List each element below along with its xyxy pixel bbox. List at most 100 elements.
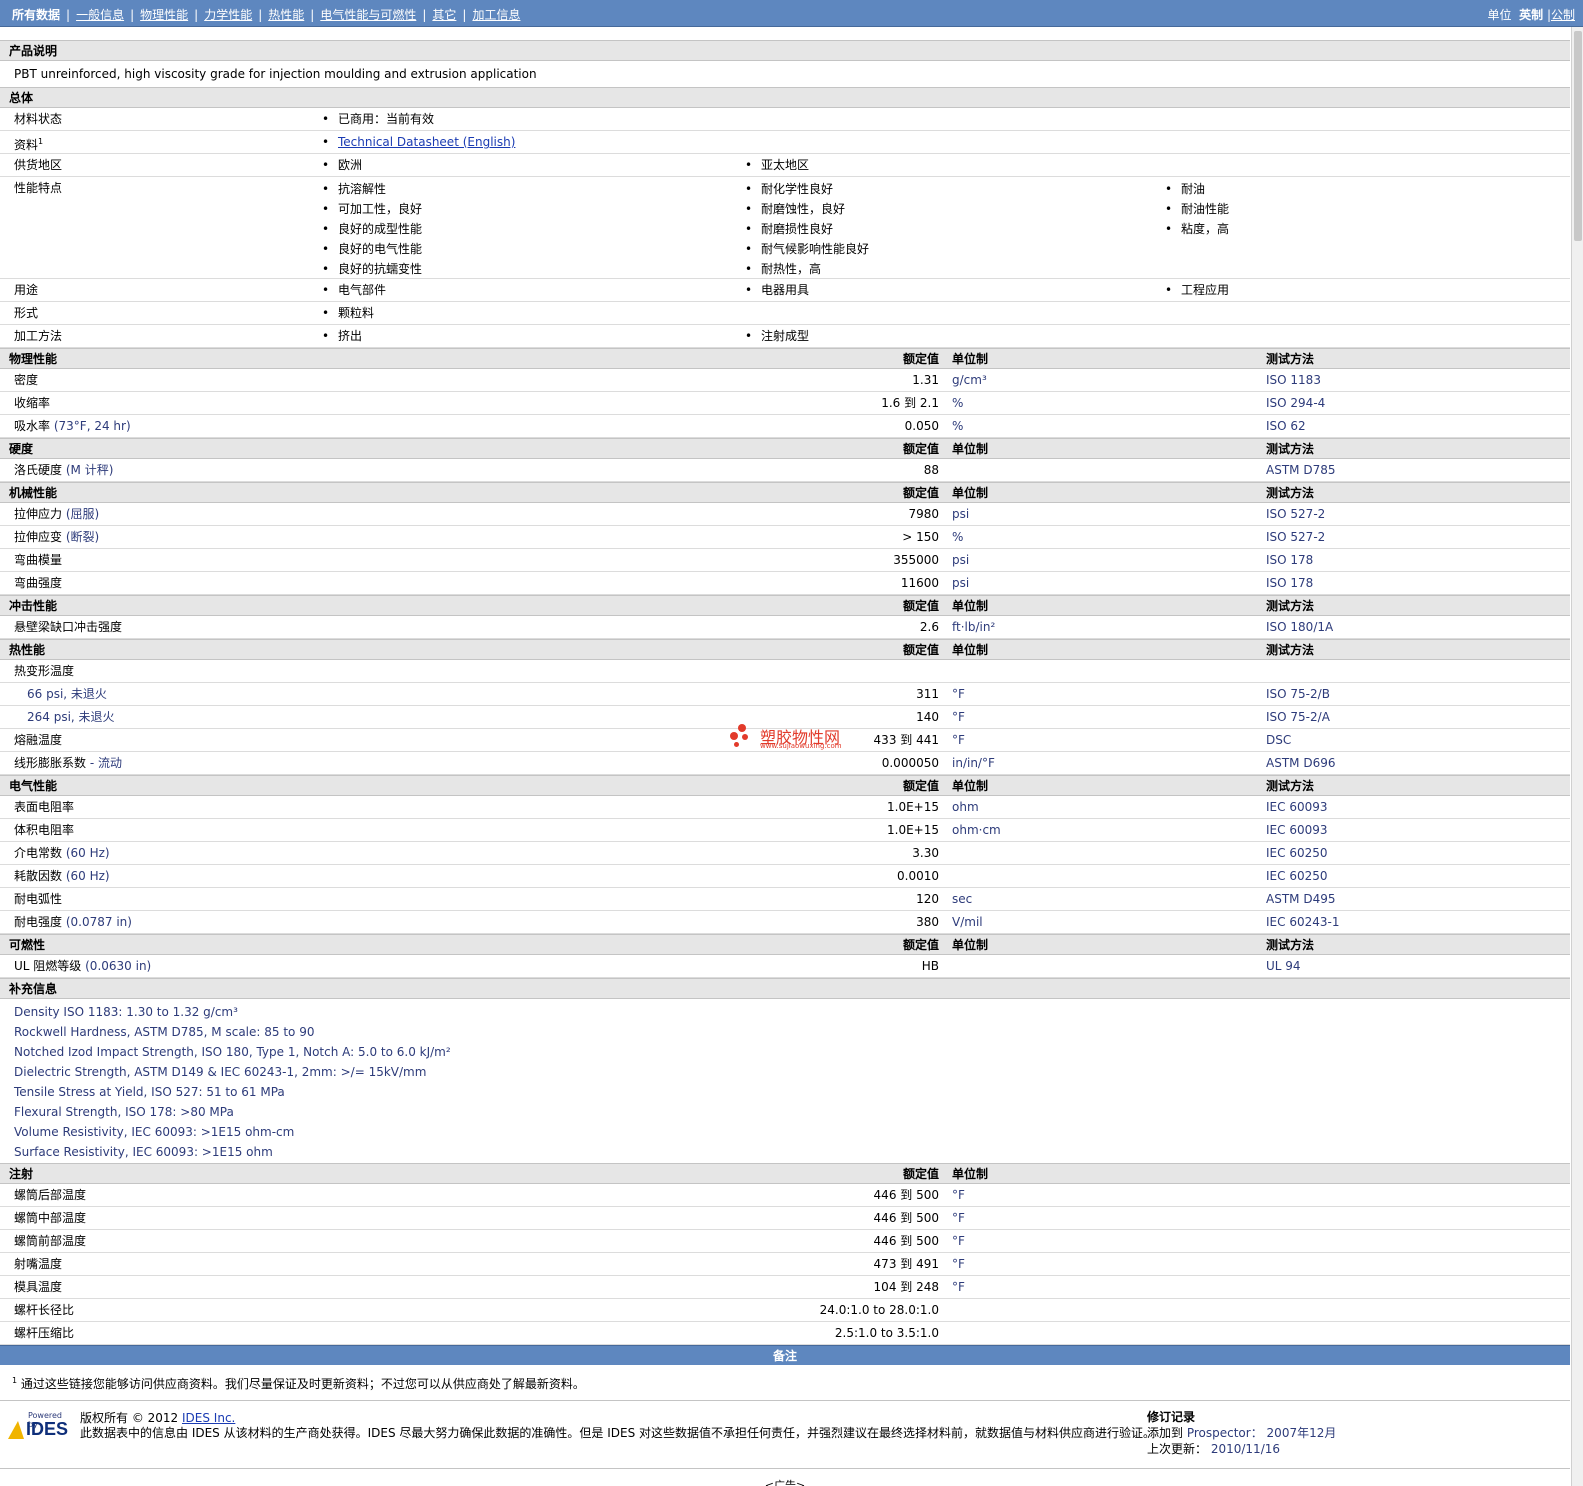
unit-value: °F (952, 710, 965, 724)
technical-datasheet-link[interactable]: Technical Datasheet (English) (338, 135, 515, 149)
property-condition: (60 Hz) (65, 846, 110, 860)
nominal-value: 140 (916, 710, 939, 724)
property-condition: - 流动 (89, 756, 122, 770)
property-name: 密度 (14, 373, 39, 387)
property-condition: (M 计秤) (65, 463, 114, 477)
supplemental-item: Tensile Stress at Yield, ISO 527: 51 to … (14, 1085, 285, 1099)
unit-value: °F (952, 1234, 965, 1248)
nominal-value: 1.0E+15 (887, 823, 939, 837)
scrollbar[interactable] (1571, 27, 1583, 1486)
nominal-value: 311 (916, 687, 939, 701)
tab-processing[interactable]: 加工信息 (466, 8, 526, 22)
property-label: 模具温度 (14, 1277, 62, 1297)
nominal-value: 355000 (893, 553, 939, 567)
ides-inc-link[interactable]: IDES Inc. (182, 1411, 235, 1425)
units-label: 单位 (1487, 8, 1512, 22)
table-row: 线形膨胀系数 - 流动 0.000050 in/in/°F ASTM D696 (0, 752, 1570, 775)
test-method: ISO 62 (1266, 419, 1306, 433)
ad-placeholder[interactable]: <广告> (0, 1469, 1570, 1486)
property-name: 螺筒前部温度 (14, 1234, 87, 1248)
table-row: 66 psi, 未退火 311 °F ISO 75-2/B (0, 683, 1570, 706)
section-header-injection: 注射 额定值 单位制 (0, 1163, 1570, 1184)
property-name: 螺杆压缩比 (14, 1326, 75, 1340)
property-name: 体积电阻率 (14, 823, 75, 837)
property-name: UL 阻燃等级 (14, 959, 82, 973)
table-row: 拉伸应力 (屈服) 7980 psi ISO 527-2 (0, 503, 1570, 526)
property-name: 悬壁梁缺口冲击强度 (14, 620, 123, 634)
unit-value: % (952, 419, 964, 433)
row-regions: 供货地区 欧洲 亚太地区 (0, 154, 1570, 177)
ides-logo-icon (8, 1421, 24, 1439)
row-processing-method: 加工方法 挤出 注射成型 (0, 325, 1570, 348)
hardness-rows: 洛氏硬度 (M 计秤) 88 ASTM D785 (0, 459, 1570, 482)
datasheet-content: 产品说明 PBT unreinforced, high viscosity gr… (0, 40, 1570, 1486)
test-method: ISO 180/1A (1266, 620, 1334, 634)
nominal-value: 11600 (900, 576, 939, 590)
nominal-value: 104 到 248 (873, 1280, 939, 1294)
property-name: 螺杆长径比 (14, 1303, 75, 1317)
physical-rows: 密度 1.31 g/cm³ ISO 1183 收缩率 1.6 到 2.1% ISO 294-… (0, 369, 1570, 438)
nominal-value: HB (921, 959, 939, 973)
unit-metric-link[interactable]: 公制 (1551, 8, 1575, 22)
row-features: 性能特点 抗溶解性可加工性，良好良好的成型性能良好的电气性能良好的抗蠕变性 耐化… (0, 177, 1570, 279)
property-condition: (60 Hz) (65, 869, 110, 883)
tab-electrical[interactable]: 电气性能与可燃性 (314, 8, 422, 22)
supplemental-item: Rockwell Hardness, ASTM D785, M scale: 8… (14, 1025, 315, 1039)
property-label: 耐电弧性 (14, 889, 62, 909)
tab-general[interactable]: 一般信息 (70, 8, 130, 22)
property-label: 264 psi, 未退火 (27, 710, 115, 724)
property-name: 螺筒后部温度 (14, 1188, 87, 1202)
property-condition: (0.0630 in) (85, 959, 152, 973)
table-row: 耐电弧性 120 sec ASTM D495 (0, 888, 1570, 911)
tab-all-data[interactable]: 所有数据 (6, 8, 66, 22)
supplemental-item: Density ISO 1183: 1.30 to 1.32 g/cm³ (14, 1005, 238, 1019)
nominal-value: 473 到 491 (873, 1257, 939, 1271)
nominal-value: 2.5:1.0 to 3.5:1.0 (834, 1326, 939, 1340)
property-name: 线形膨胀系数 (14, 756, 87, 770)
disclaimer-text: 此数据表中的信息由 IDES 从该材料的生产商处获得。IDES 尽最大努力确保此… (80, 1426, 1156, 1440)
tab-thermal[interactable]: 热性能 (262, 8, 310, 22)
scrollbar-thumb[interactable] (1574, 31, 1582, 241)
supplemental-item: Flexural Strength, ISO 178: >80 MPa (14, 1105, 234, 1119)
test-method: ISO 75-2/B (1266, 687, 1330, 701)
property-label: 拉伸应力 (屈服) (14, 504, 99, 524)
nominal-value: 2.6 (919, 620, 939, 634)
test-method: ISO 178 (1266, 553, 1314, 567)
test-method: ASTM D495 (1266, 892, 1336, 906)
unit-value: % (952, 396, 964, 410)
nominal-value: 3.30 (912, 846, 939, 860)
table-row: 螺杆长径比 24.0:1.0 to 28.0:1.0 (0, 1299, 1570, 1322)
property-name: 介电常数 (14, 846, 63, 860)
revision-history: 修订记录 添加到 Prospector： 2007年12月 上次更新： 2010… (1147, 1410, 1337, 1456)
tab-physical[interactable]: 物理性能 (134, 8, 194, 22)
table-row: 洛氏硬度 (M 计秤) 88 ASTM D785 (0, 459, 1570, 482)
property-label: 拉伸应变 (断裂) (14, 527, 99, 547)
product-description: PBT unreinforced, high viscosity grade f… (14, 67, 537, 81)
table-row: 吸水率 (73°F, 24 hr) 0.050% ISO 62 (0, 415, 1570, 438)
row-documents: 资料1 Technical Datasheet (English) (0, 131, 1570, 154)
property-label: 介电常数 (60 Hz) (14, 843, 110, 863)
property-name: 螺筒中部温度 (14, 1211, 87, 1225)
unit-value: in/in/°F (952, 756, 995, 770)
nominal-value: 88 (923, 463, 939, 477)
test-method: UL 94 (1266, 959, 1301, 973)
property-condition: (0.0787 in) (65, 915, 132, 929)
nominal-value: 1.0E+15 (887, 800, 939, 814)
test-method: IEC 60250 (1266, 869, 1328, 883)
property-name: 熔融温度 (14, 733, 63, 747)
tab-other[interactable]: 其它 (426, 8, 462, 22)
property-condition: (73°F, 24 hr) (53, 419, 131, 433)
table-row: 体积电阻率 1.0E+15 ohm·cm IEC 60093 (0, 819, 1570, 842)
nominal-value: 0.0010 (897, 869, 939, 883)
unit-value: psi (952, 507, 970, 521)
notes-header: 备注 (0, 1345, 1570, 1365)
table-row: 耗散因数 (60 Hz) 0.0010 IEC 60250 (0, 865, 1570, 888)
nominal-value: 120 (916, 892, 939, 906)
nominal-value: 446 到 500 (873, 1188, 939, 1202)
nominal-value: 433 到 441 (873, 733, 939, 747)
tab-mechanical[interactable]: 力学性能 (198, 8, 258, 22)
supplemental-info-list: Density ISO 1183: 1.30 to 1.32 g/cm³ Rock… (0, 999, 1570, 1163)
unit-value: g/cm³ (952, 373, 987, 387)
property-label: 弯曲模量 (14, 550, 62, 570)
supplemental-item: Volume Resistivity, IEC 60093: >1E15 ohm… (14, 1125, 295, 1139)
